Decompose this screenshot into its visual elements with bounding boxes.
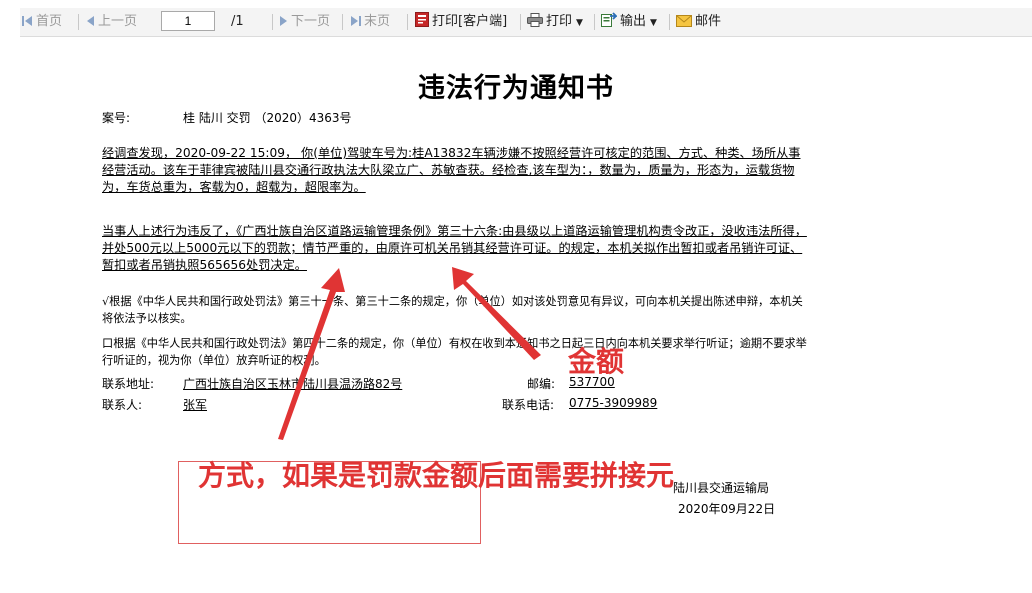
amount-arrow bbox=[452, 267, 541, 360]
amount-annotation: 金额 bbox=[568, 345, 625, 378]
method-arrow bbox=[278, 268, 345, 440]
method-annotation: 方式，如果是罚款金额后面需要拼接元 bbox=[198, 459, 675, 492]
annotation-arrows bbox=[278, 267, 541, 440]
